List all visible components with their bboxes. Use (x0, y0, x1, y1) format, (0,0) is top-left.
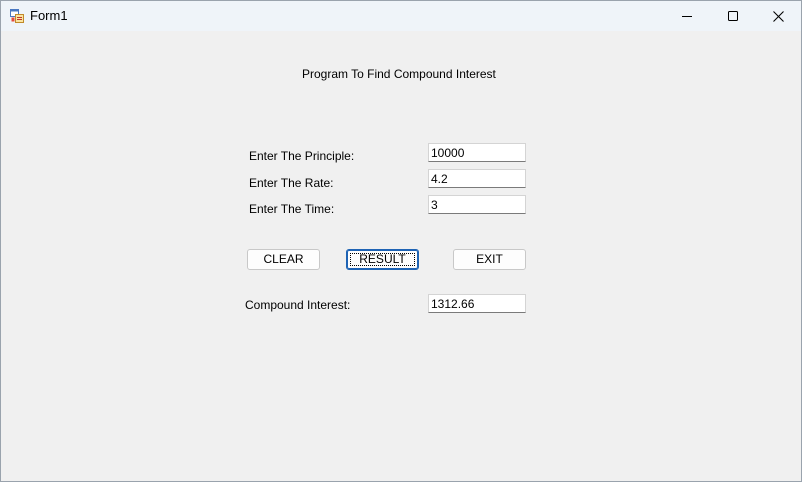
form-client-area: Program To Find Compound Interest Enter … (1, 31, 801, 481)
principle-label: Enter The Principle: (249, 149, 355, 163)
minimize-icon (682, 11, 692, 21)
clear-button-label: CLEAR (263, 252, 304, 266)
close-button[interactable] (755, 1, 801, 31)
compound-interest-label: Compound Interest: (245, 298, 351, 312)
result-button[interactable]: RESULT (346, 249, 419, 270)
time-label: Enter The Time: (249, 202, 335, 216)
compound-interest-output[interactable] (428, 294, 526, 313)
title-bar[interactable]: Form1 (1, 1, 801, 31)
minimize-button[interactable] (664, 1, 710, 31)
rate-label: Enter The Rate: (249, 176, 334, 190)
exit-button-label: EXIT (476, 252, 503, 266)
window-title: Form1 (30, 8, 68, 23)
clear-button[interactable]: CLEAR (247, 249, 320, 270)
exit-button[interactable]: EXIT (453, 249, 526, 270)
close-icon (772, 10, 784, 22)
time-input[interactable] (428, 195, 526, 214)
rate-input[interactable] (428, 169, 526, 188)
result-button-label: RESULT (359, 252, 406, 266)
form1-window: Form1 Program To Find Compound Interest … (0, 0, 802, 482)
winforms-app-icon (10, 9, 24, 23)
maximize-icon (728, 11, 738, 21)
principle-input[interactable] (428, 143, 526, 162)
maximize-button[interactable] (710, 1, 756, 31)
page-title: Program To Find Compound Interest (302, 67, 496, 81)
